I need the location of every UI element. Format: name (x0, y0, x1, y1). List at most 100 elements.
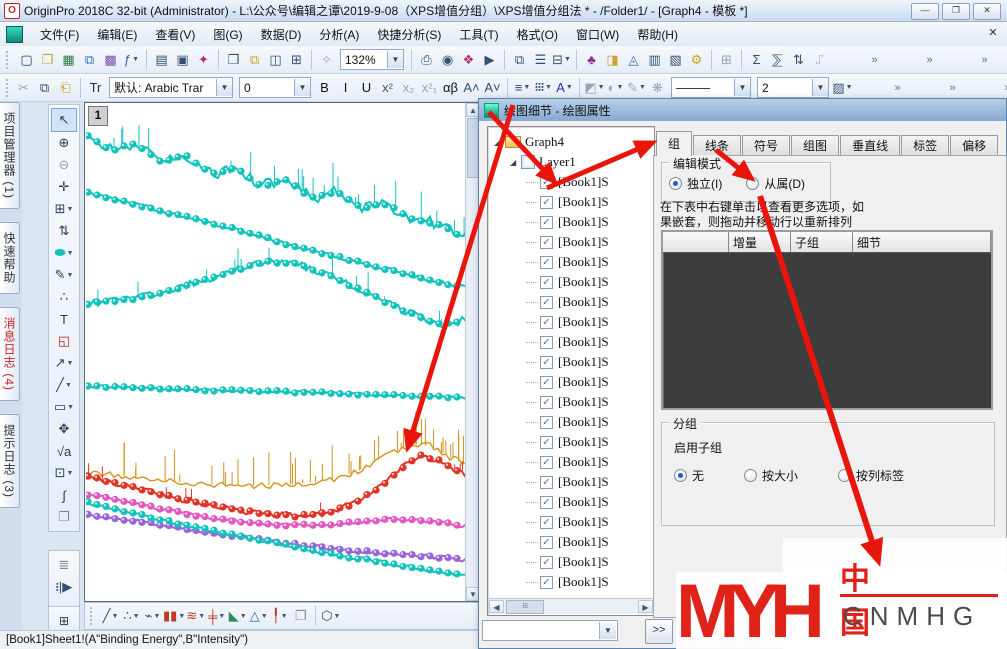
dropdown-arrow-icon[interactable]: ▼ (639, 84, 646, 91)
open-template-icon[interactable]: ⧉ (244, 49, 265, 70)
quick-peek-icon[interactable]: ◬ (623, 49, 644, 70)
tree-node-book1-14[interactable]: ✓[Book1]S (488, 432, 654, 452)
rectangle-tool[interactable]: ▭▼ (52, 396, 76, 418)
dropdown-arrow-icon[interactable]: ▼ (111, 613, 118, 620)
menu-edit[interactable]: 编辑(E) (88, 24, 146, 45)
spacing-button[interactable]: ᎒᎒᎒▼ (533, 77, 554, 98)
hatch-button[interactable]: ▨▼ (832, 77, 853, 98)
new-workbook-icon[interactable]: ▦ (58, 49, 79, 70)
open-icon[interactable]: ❒ (37, 49, 58, 70)
plot-checkbox[interactable]: ✓ (540, 296, 553, 309)
add-column-icon[interactable]: ⊞ (716, 49, 737, 70)
tree-node-book1-17[interactable]: ✓[Book1]S (488, 492, 654, 512)
image-export-icon[interactable]: ❖ (458, 49, 479, 70)
stock-plot-icon[interactable]: ╿▼ (269, 606, 290, 627)
object-grid-icon[interactable]: ≣ (54, 554, 75, 575)
plot-checkbox[interactable]: ✓ (540, 496, 553, 509)
tab-line[interactable]: 线条 (693, 135, 741, 156)
scroll-right-icon[interactable]: ▶ (638, 600, 653, 613)
tree-node-book1-19[interactable]: ✓[Book1]S (488, 532, 654, 552)
tab-group-plot[interactable]: 组图 (791, 135, 839, 156)
combo-arrow-icon[interactable]: ▼ (734, 79, 750, 96)
increase-font-button[interactable]: A˄ (461, 77, 482, 98)
dropdown-arrow-icon[interactable]: ▼ (132, 56, 139, 63)
cluster-tool[interactable]: ∴ (52, 286, 76, 308)
tree-node-book1-13[interactable]: ✓[Book1]S (488, 412, 654, 432)
pan-tool[interactable]: ✥ (52, 418, 76, 440)
radio-icon[interactable] (744, 469, 757, 482)
new-project-icon[interactable]: ▢ (16, 49, 37, 70)
expander-icon[interactable]: ◢ (494, 138, 503, 147)
dropdown-arrow-icon[interactable]: ▼ (218, 613, 225, 620)
minimize-button[interactable]: — (911, 3, 939, 20)
radio-icon[interactable] (674, 469, 687, 482)
save-project-icon[interactable]: ◫ (265, 49, 286, 70)
tree-node-book1-20[interactable]: ✓[Book1]S (488, 552, 654, 572)
tree-node-layer1[interactable]: ◢Layer1 (488, 152, 654, 172)
radio-icon[interactable] (669, 177, 682, 190)
plot-checkbox[interactable]: ✓ (540, 516, 553, 529)
dropdown-arrow-icon[interactable]: ▼ (281, 613, 288, 620)
expander-icon[interactable]: ◢ (510, 158, 519, 167)
template-plot-icon[interactable]: ⬡▼ (320, 606, 341, 627)
multi-curve-plot-icon[interactable]: ≋▼ (185, 606, 206, 627)
superscript-button[interactable]: x² (377, 77, 398, 98)
close-document-icon[interactable]: ✕ (985, 26, 1001, 42)
set-values-icon[interactable]: ⑀ (809, 49, 830, 70)
plot-checkbox[interactable]: ✓ (540, 256, 553, 269)
plot-checkbox[interactable]: ✓ (540, 236, 553, 249)
copy-icon[interactable]: ⧉ (34, 77, 55, 98)
print-preview-icon[interactable]: ◉ (437, 49, 458, 70)
tree-horizontal-scrollbar[interactable]: ◀ ᎒᎒᎒ ▶ (489, 598, 653, 614)
line-width-combo[interactable]: 2▼ (757, 77, 829, 98)
dropdown-arrow-icon[interactable]: ▼ (598, 84, 605, 91)
annotation-tool[interactable]: ⊞▼ (52, 198, 76, 220)
dropdown-arrow-icon[interactable]: ▼ (846, 84, 853, 91)
dropdown-arrow-icon[interactable]: ▼ (545, 84, 552, 91)
plot-checkbox[interactable]: ✓ (540, 316, 553, 329)
plot-checkbox[interactable]: ✓ (540, 436, 553, 449)
tab-quick-help[interactable]: 快速帮助 (0, 222, 20, 294)
plot-checkbox[interactable]: ✓ (540, 556, 553, 569)
plot-checkbox[interactable]: ✓ (540, 456, 553, 469)
rescale-icon[interactable]: ✧ (316, 49, 337, 70)
duplicate-window-icon[interactable]: ⧉ (509, 49, 530, 70)
tab-message-log[interactable]: 消息日志 (4) (0, 307, 20, 401)
restore-button[interactable]: ❐ (942, 3, 970, 20)
menu-help[interactable]: 帮助(H) (628, 24, 687, 45)
scatter-plot-icon[interactable]: ∴▼ (121, 606, 142, 627)
dropdown-arrow-icon[interactable]: ▼ (261, 613, 268, 620)
menu-file[interactable]: 文件(F) (31, 24, 88, 45)
new-graph-icon[interactable]: ⧉ (79, 49, 100, 70)
font-tool-icon[interactable]: Tr (85, 77, 106, 98)
dropdown-arrow-icon[interactable]: ▼ (153, 613, 160, 620)
dropdown-arrow-icon[interactable]: ▼ (66, 360, 73, 367)
dropdown-arrow-icon[interactable]: ▼ (65, 382, 72, 389)
tab-project-explorer[interactable]: 项目管理器 (1) (0, 102, 20, 209)
grouping-option-无[interactable]: 无 (674, 467, 704, 484)
import-wizard-icon[interactable]: ▤ (151, 49, 172, 70)
menu-window[interactable]: 窗口(W) (567, 24, 628, 45)
zoom-out-tool[interactable]: ⊖ (52, 154, 76, 176)
insert-graph-tool[interactable]: ⊡▼ (52, 462, 76, 484)
line-color-button[interactable]: ✎▼ (626, 77, 647, 98)
tree-scroll-thumb[interactable]: ᎒᎒᎒ (506, 600, 544, 614)
dropdown-arrow-icon[interactable]: ▼ (67, 404, 74, 411)
subscript-button[interactable]: x₂ (398, 77, 419, 98)
menu-data[interactable]: 数据(D) (252, 24, 311, 45)
insert-equation-tool[interactable]: ∫ (52, 484, 76, 506)
plot-checkbox[interactable]: ✓ (540, 356, 553, 369)
plot-checkbox[interactable]: ✓ (540, 176, 553, 189)
edit-mode-option-从属(D)[interactable]: 从属(D) (746, 175, 805, 192)
tree-node-book1-7[interactable]: ✓[Book1]S (488, 292, 654, 312)
dropdown-arrow-icon[interactable]: ▼ (133, 613, 140, 620)
grouping-option-按列标签[interactable]: 按列标签 (838, 467, 904, 484)
tab-label[interactable]: 标签 (901, 135, 949, 156)
group-settings-table[interactable]: 增量子组细节 (661, 230, 993, 410)
dropdown-arrow-icon[interactable]: ▼ (564, 56, 571, 63)
tree-node-book1-21[interactable]: ✓[Book1]S (488, 572, 654, 592)
tree-node-book1-16[interactable]: ✓[Book1]S (488, 472, 654, 492)
plot-checkbox[interactable]: ✓ (540, 416, 553, 429)
screen-reader-tool[interactable]: ✛ (52, 176, 76, 198)
statistics-icon[interactable]: ⅀ (767, 49, 788, 70)
